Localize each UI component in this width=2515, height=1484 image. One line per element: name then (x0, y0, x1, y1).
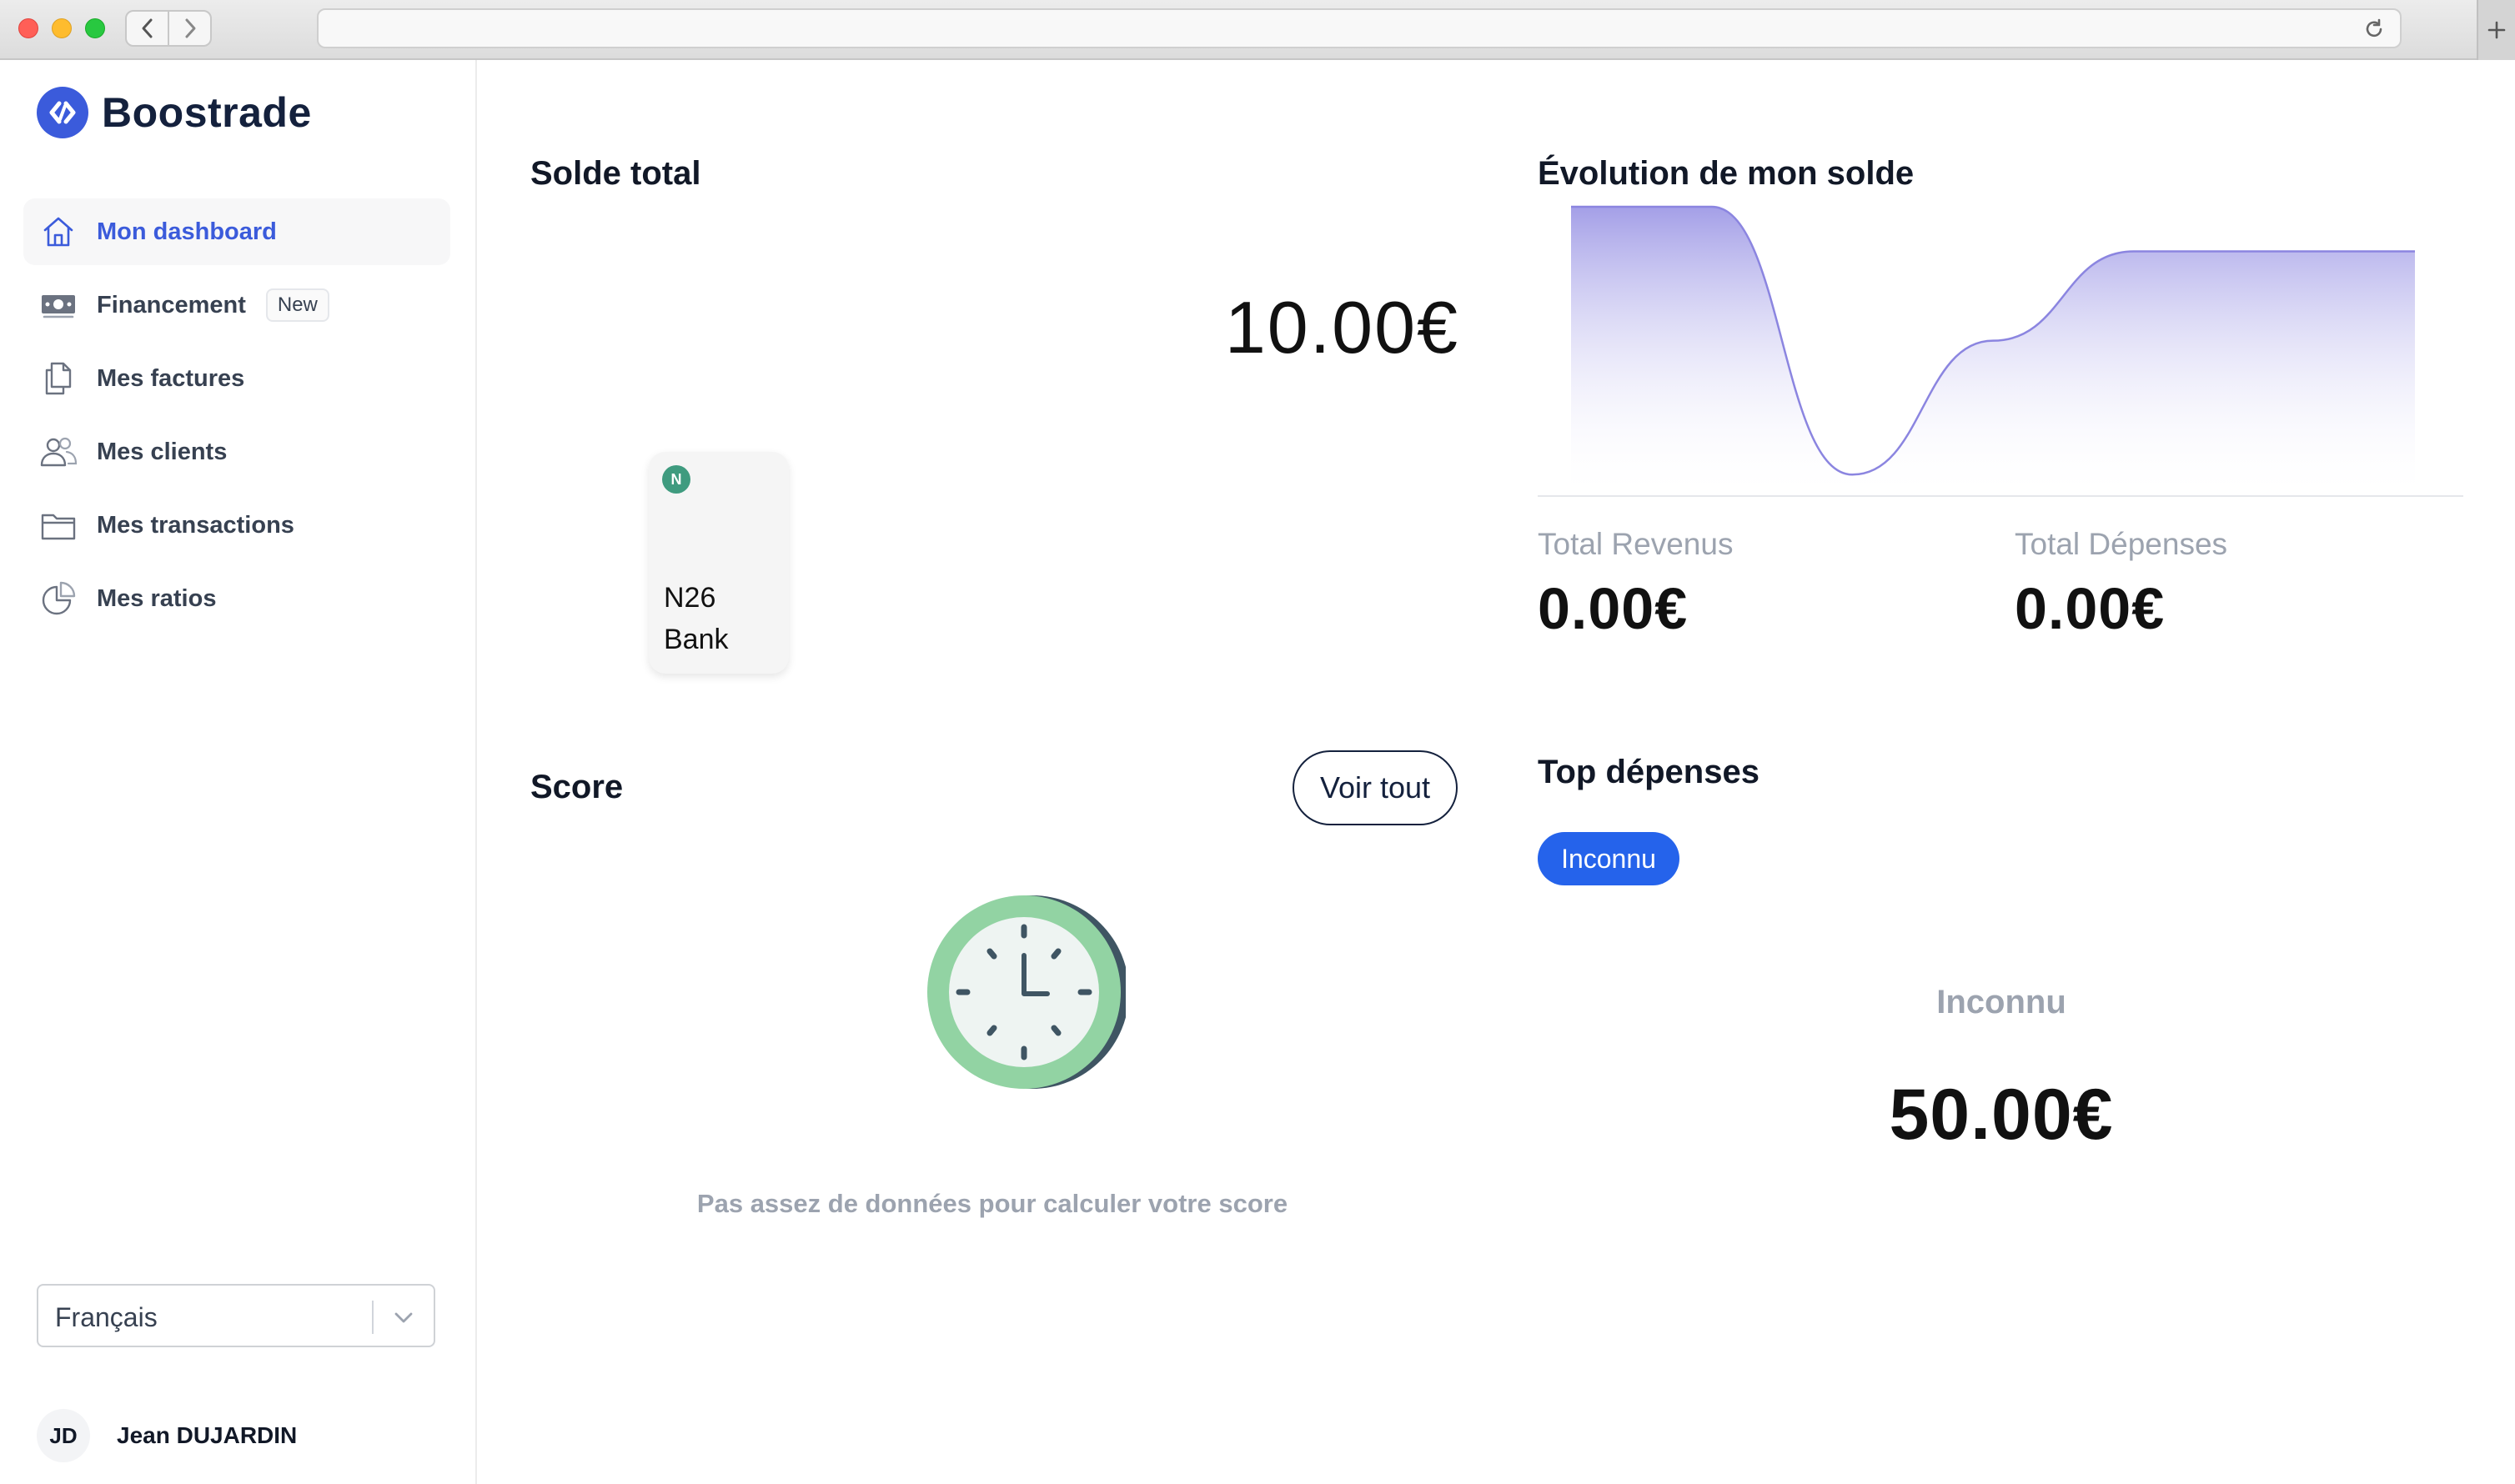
chevron-down-icon[interactable] (392, 1306, 415, 1329)
home-icon (38, 212, 78, 252)
minimize-window-button[interactable] (52, 18, 72, 38)
sidebar-item-factures[interactable]: Mes factures (23, 345, 450, 412)
banknote-icon (38, 285, 78, 325)
brand-logo[interactable]: Boostrade (37, 87, 312, 138)
sidebar-item-clients[interactable]: Mes clients (23, 419, 450, 485)
chart-baseline (1538, 495, 2463, 497)
score-empty-message: Pas assez de données pour calculer votre… (696, 1189, 1288, 1218)
zoom-window-button[interactable] (85, 18, 105, 38)
n26-logo-icon: N (662, 465, 690, 494)
solde-total-amount: 10.00€ (1224, 286, 1459, 368)
total-revenus-value: 0.00€ (1538, 576, 1689, 641)
chevron-right-icon (185, 18, 195, 38)
total-depenses-label: Total Dépenses (2015, 527, 2228, 561)
new-tab-button[interactable] (2477, 0, 2515, 60)
close-window-button[interactable] (18, 18, 38, 38)
history-nav (125, 10, 212, 47)
user-profile[interactable]: JD Jean DUJARDIN (37, 1409, 297, 1462)
new-badge: New (265, 288, 329, 322)
documents-icon (38, 358, 78, 399)
top-expense-category: Inconnu (1936, 984, 2066, 1020)
sidebar-item-transactions[interactable]: Mes transactions (23, 492, 450, 559)
avatar: JD (37, 1409, 90, 1462)
evolution-title: Évolution de mon solde (1538, 155, 1915, 192)
sidebar: Boostrade Mon dashboard Financement New … (0, 60, 477, 1484)
users-icon (38, 432, 78, 472)
boostrade-logo-icon (37, 87, 88, 138)
bank-account-card[interactable]: N N26 Bank (649, 452, 789, 674)
address-bar[interactable] (317, 8, 2402, 48)
sidebar-item-financement[interactable]: Financement New (23, 272, 450, 338)
category-chip-inconnu[interactable]: Inconnu (1538, 832, 1679, 885)
back-button[interactable] (127, 12, 168, 45)
chevron-left-icon (142, 18, 152, 38)
reload-icon[interactable] (2363, 18, 2385, 40)
sidebar-item-label: Mes transactions (97, 511, 294, 539)
sidebar-item-label: Mes clients (97, 438, 228, 465)
sidebar-nav: Mon dashboard Financement New Mes factur… (23, 198, 450, 639)
brand-name: Boostrade (102, 89, 312, 136)
forward-button[interactable] (168, 12, 210, 45)
voir-tout-button[interactable]: Voir tout (1293, 750, 1458, 825)
language-value: Français (55, 1302, 158, 1332)
top-depenses-title: Top dépenses (1538, 754, 1759, 790)
sidebar-item-label: Financement (97, 291, 246, 318)
solde-total-title: Solde total (530, 155, 701, 192)
clock-icon (927, 895, 1126, 1089)
balance-evolution-chart (1571, 205, 2415, 500)
total-revenus-label: Total Revenus (1538, 527, 1734, 561)
folder-icon (38, 505, 78, 545)
sidebar-item-label: Mes ratios (97, 584, 217, 612)
plus-icon (2487, 21, 2506, 39)
bank-name: N26 Bank (664, 582, 729, 655)
sidebar-item-label: Mon dashboard (97, 218, 277, 245)
user-name: Jean DUJARDIN (117, 1422, 298, 1448)
sidebar-item-label: Mes factures (97, 364, 245, 392)
sidebar-item-dashboard[interactable]: Mon dashboard (23, 198, 450, 265)
language-select[interactable]: Français (37, 1284, 435, 1347)
browser-toolbar (0, 0, 2515, 60)
top-expense-amount: 50.00€ (1889, 1075, 2114, 1155)
select-divider (372, 1301, 374, 1334)
score-title: Score (530, 769, 624, 805)
total-depenses-value: 0.00€ (2015, 576, 2166, 641)
sidebar-item-ratios[interactable]: Mes ratios (23, 565, 450, 632)
pie-chart-icon (38, 579, 78, 619)
